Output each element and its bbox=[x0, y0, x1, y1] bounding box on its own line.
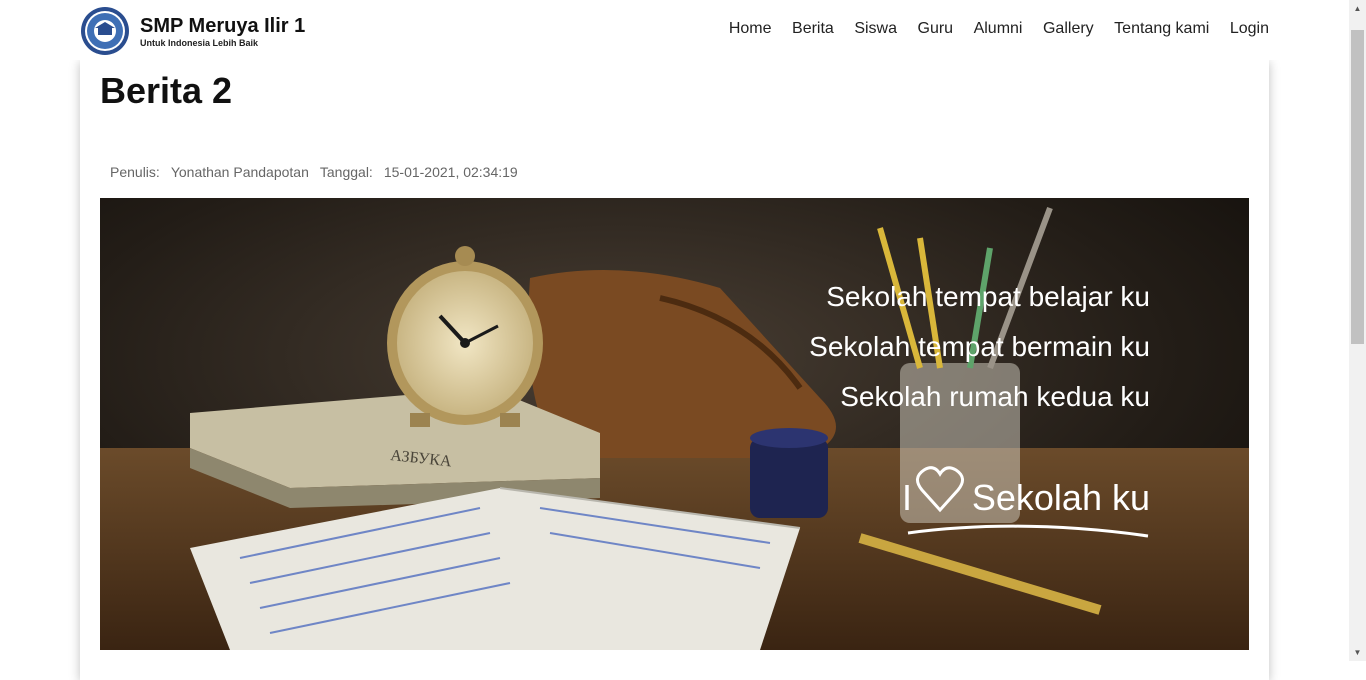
brand[interactable]: SMP Meruya Ilir 1 Untuk Indonesia Lebih … bbox=[80, 6, 305, 56]
nav-login[interactable]: Login bbox=[1230, 19, 1269, 39]
article-date: 15-01-2021, 02:34:19 bbox=[383, 164, 518, 180]
scroll-down-icon[interactable]: ▼ bbox=[1349, 644, 1366, 661]
scrollbar-thumb[interactable] bbox=[1351, 30, 1364, 344]
date-label: Tanggal: bbox=[319, 164, 373, 180]
page-scrollbar[interactable]: ▲ ▼ bbox=[1349, 0, 1366, 661]
hero-line-3: Sekolah rumah kedua ku bbox=[840, 381, 1150, 412]
nav-guru[interactable]: Guru bbox=[918, 19, 954, 39]
main-nav: Home Berita Siswa Guru Alumni Gallery Te… bbox=[708, 19, 1269, 39]
brand-title: SMP Meruya Ilir 1 bbox=[140, 14, 306, 37]
hero-love-suffix: Sekolah ku bbox=[972, 477, 1150, 518]
hero-line-1: Sekolah tempat belajar ku bbox=[826, 281, 1150, 312]
nav-gallery[interactable]: Gallery bbox=[1043, 19, 1094, 39]
hero-image: АЗБУКА Sekolah tempat belajar ku Sekolah… bbox=[100, 198, 1249, 650]
nav-siswa[interactable]: Siswa bbox=[854, 19, 897, 39]
article-meta: Penulis: Yonathan Pandapotan Tanggal: 15… bbox=[110, 164, 529, 180]
article-card: Berita 2 Penulis: Yonathan Pandapotan Ta… bbox=[80, 60, 1269, 680]
nav-home[interactable]: Home bbox=[729, 19, 772, 39]
hero-love-prefix: I bbox=[902, 477, 912, 518]
nav-berita[interactable]: Berita bbox=[792, 19, 834, 39]
navbar: SMP Meruya Ilir 1 Untuk Indonesia Lebih … bbox=[0, 0, 1349, 60]
nav-alumni[interactable]: Alumni bbox=[974, 19, 1023, 39]
brand-subtitle: Untuk Indonesia Lebih Baik bbox=[140, 37, 259, 48]
school-logo bbox=[81, 7, 129, 55]
article-title: Berita 2 bbox=[100, 70, 233, 111]
hero-line-2: Sekolah tempat bermain ku bbox=[809, 331, 1150, 362]
scroll-up-icon[interactable]: ▲ bbox=[1349, 0, 1366, 17]
author-name: Yonathan Pandapotan bbox=[170, 164, 309, 180]
nav-tentang-kami[interactable]: Tentang kami bbox=[1114, 19, 1209, 39]
author-label: Penulis: bbox=[110, 164, 160, 180]
